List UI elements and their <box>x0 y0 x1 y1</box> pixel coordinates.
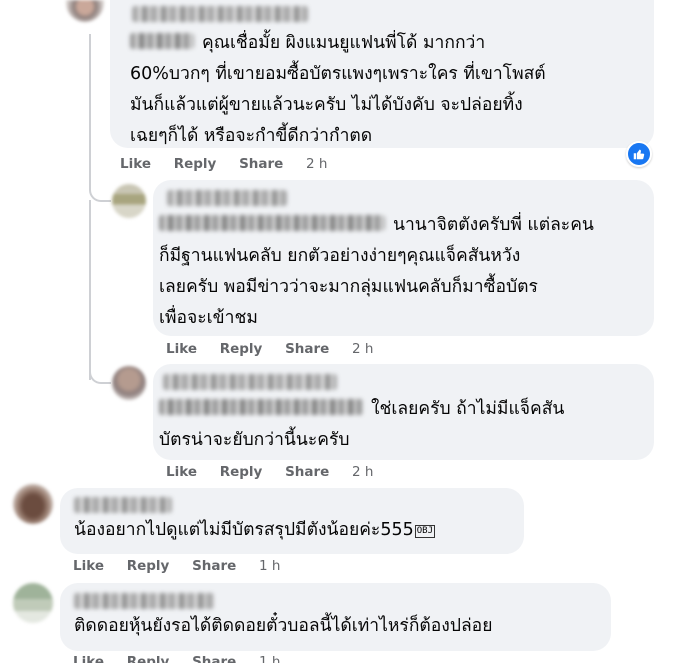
avatar[interactable] <box>13 484 53 524</box>
like-button[interactable]: Like <box>166 464 197 480</box>
comment-bubble: น้องอยากไปดูแต่ไม่มีบัตรสรุปมีตังน้อยค่ะ… <box>60 488 524 554</box>
avatar[interactable] <box>112 366 146 400</box>
avatar[interactable] <box>112 184 146 218</box>
author-name[interactable] <box>163 374 337 390</box>
avatar[interactable] <box>13 583 53 623</box>
reply-button[interactable]: Reply <box>220 464 263 480</box>
comment-text: ใช่เลยครับ ถ้าไม่มีแจ็คสัน บัตรน่าจะยับก… <box>159 399 565 450</box>
author-name[interactable] <box>132 6 308 22</box>
mention-tag[interactable] <box>159 399 363 415</box>
like-button[interactable]: Like <box>73 654 104 663</box>
timestamp[interactable]: 2 h <box>352 341 373 357</box>
thread-line-main <box>89 34 91 177</box>
comment-actions: Like Reply Share 2 h <box>166 341 391 357</box>
author-name[interactable] <box>74 497 172 513</box>
share-button[interactable]: Share <box>239 156 283 172</box>
comment-text: น้องอยากไปดูแต่ไม่มีบัตรสรุปมีตังน้อยค่ะ… <box>74 520 436 540</box>
timestamp[interactable]: 2 h <box>306 156 327 172</box>
like-button[interactable]: Like <box>120 156 151 172</box>
like-button[interactable]: Like <box>166 341 197 357</box>
thread-line-replies <box>89 200 91 380</box>
comment-bubble: คุณเชื่อมั้ย ผิงแมนยูแฟนพี่โด้ มากกว่า 6… <box>110 0 654 148</box>
comment-text: คุณเชื่อมั้ย ผิงแมนยูแฟนพี่โด้ มากกว่า 6… <box>130 33 546 146</box>
share-button[interactable]: Share <box>285 341 329 357</box>
comment-actions: Like Reply Share 2 h <box>120 156 345 172</box>
reply-button[interactable]: Reply <box>127 558 170 574</box>
thread-connector-reply-1 <box>89 170 111 202</box>
share-button[interactable]: Share <box>192 654 236 663</box>
mention-tag[interactable] <box>159 215 385 231</box>
reply-button[interactable]: Reply <box>127 654 170 663</box>
like-reaction-icon[interactable] <box>626 141 652 167</box>
reply-button[interactable]: Reply <box>174 156 217 172</box>
comment-actions: Like Reply Share 1 h <box>73 558 298 574</box>
comment-text: นานาจิตตังครับพี่ แต่ละคน ก็มีฐานแฟนคลับ… <box>159 215 594 328</box>
timestamp[interactable]: 1 h <box>259 558 280 574</box>
comment-text: ติดดอยหุ้นยังรอได้ติดดอยตั๋วบอลนี้ได้เท่… <box>74 616 493 636</box>
reply-bubble: ใช่เลยครับ ถ้าไม่มีแจ็คสัน บัตรน่าจะยับก… <box>153 364 654 460</box>
timestamp[interactable]: 1 h <box>259 654 280 663</box>
author-name[interactable] <box>167 190 287 206</box>
share-button[interactable]: Share <box>285 464 329 480</box>
emoji-icon: OBJ <box>414 525 436 538</box>
reply-button[interactable]: Reply <box>220 341 263 357</box>
comment-bubble: ติดดอยหุ้นยังรอได้ติดดอยตั๋วบอลนี้ได้เท่… <box>60 583 611 651</box>
share-button[interactable]: Share <box>192 558 236 574</box>
mention-tag[interactable] <box>130 33 194 49</box>
timestamp[interactable]: 2 h <box>352 464 373 480</box>
thread-connector-reply-2 <box>89 360 111 384</box>
comment-actions: Like Reply Share 1 h <box>73 654 298 663</box>
like-icon <box>633 149 645 160</box>
comment-actions: Like Reply Share 2 h <box>166 464 391 480</box>
author-name[interactable] <box>74 593 214 609</box>
reply-bubble: นานาจิตตังครับพี่ แต่ละคน ก็มีฐานแฟนคลับ… <box>153 180 654 336</box>
comment-thread: คุณเชื่อมั้ย ผิงแมนยูแฟนพี่โด้ มากกว่า 6… <box>0 0 700 663</box>
avatar[interactable] <box>66 0 104 22</box>
like-button[interactable]: Like <box>73 558 104 574</box>
